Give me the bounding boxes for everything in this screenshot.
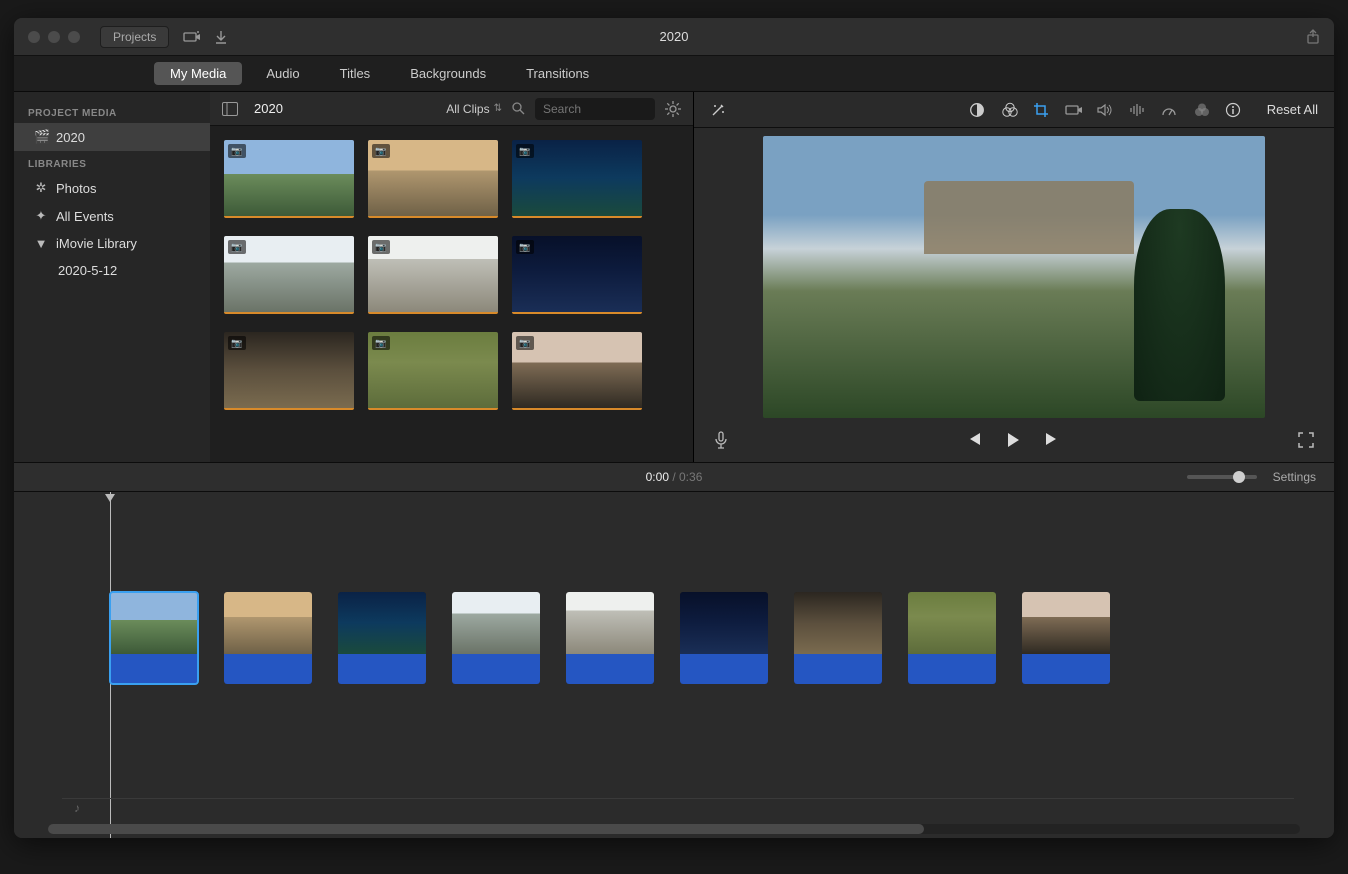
music-note-icon: ♪ <box>62 801 80 815</box>
media-thumbnail[interactable]: 📷 <box>368 236 498 314</box>
camera-icon: 📷 <box>228 144 246 158</box>
zoom-slider[interactable] <box>1187 475 1257 479</box>
search-input[interactable] <box>535 98 655 120</box>
sidebar-item-label: iMovie Library <box>56 236 137 251</box>
noise-reduction-icon[interactable] <box>1129 103 1149 117</box>
play-button[interactable] <box>1006 432 1020 448</box>
tab-audio[interactable]: Audio <box>250 62 315 85</box>
camera-icon: 📷 <box>372 240 390 254</box>
color-balance-icon[interactable] <box>969 102 989 118</box>
timeline-clip[interactable] <box>110 592 198 684</box>
preview-frame[interactable] <box>763 136 1265 418</box>
sidebar-item-imovie-library[interactable]: ▼ iMovie Library <box>14 230 210 257</box>
timeline-clip[interactable] <box>680 592 768 684</box>
tab-my-media[interactable]: My Media <box>154 62 242 85</box>
timeline-clip[interactable] <box>566 592 654 684</box>
download-icon[interactable] <box>215 30 227 44</box>
preview-viewer <box>694 128 1334 418</box>
zoom-window-button[interactable] <box>68 31 80 43</box>
tab-titles[interactable]: Titles <box>324 62 387 85</box>
sidebar-item-event[interactable]: 2020-5-12 <box>14 257 210 284</box>
clip-filter-label: All Clips <box>446 102 489 116</box>
timeline-clip[interactable] <box>1022 592 1110 684</box>
libraries-heading: LIBRARIES <box>14 151 210 174</box>
total-duration: 0:36 <box>679 470 702 484</box>
sidebar-item-all-events[interactable]: ✦ All Events <box>14 202 210 230</box>
layout-toggle-icon[interactable] <box>222 102 238 116</box>
timeline-clip[interactable] <box>224 592 312 684</box>
project-media-heading: PROJECT MEDIA <box>14 100 210 123</box>
speed-icon[interactable] <box>1161 103 1181 117</box>
gear-icon[interactable] <box>665 101 681 117</box>
search-icon <box>512 102 525 115</box>
color-correction-icon[interactable] <box>1001 102 1021 118</box>
close-window-button[interactable] <box>28 31 40 43</box>
media-thumbnail[interactable]: 📷 <box>224 140 354 218</box>
share-button[interactable] <box>1306 29 1320 45</box>
camera-icon: 📷 <box>516 144 534 158</box>
adjustments-toolbar: Reset All <box>694 92 1334 128</box>
window-controls <box>28 31 80 43</box>
audio-track[interactable]: ♪ <box>62 798 1294 818</box>
magic-wand-icon[interactable] <box>710 102 730 118</box>
projects-button[interactable]: Projects <box>100 26 169 48</box>
library-sidebar: PROJECT MEDIA 🎬 2020 LIBRARIES ✲ Photos … <box>14 92 210 462</box>
camera-icon: 📷 <box>372 336 390 350</box>
tab-backgrounds[interactable]: Backgrounds <box>394 62 502 85</box>
minimize-window-button[interactable] <box>48 31 60 43</box>
reset-all-button[interactable]: Reset All <box>1267 102 1318 117</box>
clip-filter-dropdown[interactable]: All Clips ⇅ <box>446 102 502 116</box>
sidebar-item-label: 2020 <box>56 130 85 145</box>
camera-icon: 📷 <box>372 144 390 158</box>
info-icon[interactable] <box>1225 102 1245 118</box>
horizontal-scrollbar[interactable] <box>48 824 1300 834</box>
media-thumbnail[interactable]: 📷 <box>368 140 498 218</box>
media-thumbnail[interactable]: 📷 <box>368 332 498 410</box>
media-tabs: My Media Audio Titles Backgrounds Transi… <box>14 56 1334 92</box>
settings-button[interactable]: Settings <box>1273 470 1316 484</box>
sidebar-item-project[interactable]: 🎬 2020 <box>14 123 210 151</box>
camera-icon: 📷 <box>228 240 246 254</box>
clapperboard-icon: 🎬 <box>34 129 48 145</box>
timeline-clip[interactable] <box>452 592 540 684</box>
star-icon: ✦ <box>34 208 48 224</box>
flower-icon: ✲ <box>34 180 48 196</box>
previous-button[interactable] <box>966 432 982 448</box>
titlebar: Projects 2020 <box>14 18 1334 56</box>
media-thumbnail[interactable]: 📷 <box>224 332 354 410</box>
camera-icon: 📷 <box>228 336 246 350</box>
timeline-clip[interactable] <box>338 592 426 684</box>
window-title: 2020 <box>660 29 689 44</box>
sidebar-item-photos[interactable]: ✲ Photos <box>14 174 210 202</box>
browser-toolbar: 2020 All Clips ⇅ <box>210 92 693 126</box>
media-thumbnail[interactable]: 📷 <box>224 236 354 314</box>
volume-icon[interactable] <box>1097 103 1117 117</box>
timeline[interactable]: ♪ <box>14 492 1334 838</box>
fullscreen-icon[interactable] <box>1298 432 1314 448</box>
voiceover-mic-icon[interactable] <box>714 431 728 449</box>
timeline-clip[interactable] <box>794 592 882 684</box>
disclosure-triangle-icon[interactable]: ▼ <box>34 236 48 251</box>
media-thumbnail[interactable]: 📷 <box>512 236 642 314</box>
media-thumbnail[interactable]: 📷 <box>512 140 642 218</box>
sidebar-item-label: All Events <box>56 209 114 224</box>
sidebar-item-label: Photos <box>56 181 96 196</box>
camera-icon: 📷 <box>516 240 534 254</box>
chevron-updown-icon: ⇅ <box>494 103 502 114</box>
timecode-bar: 0:00 / 0:36 Settings <box>14 462 1334 492</box>
media-grid: 📷 📷 📷 📷 📷 📷 📷 📷 📷 <box>210 126 693 462</box>
transport-controls <box>694 418 1334 462</box>
next-button[interactable] <box>1044 432 1060 448</box>
browser-title: 2020 <box>254 101 283 116</box>
timeline-clip[interactable] <box>908 592 996 684</box>
import-icon[interactable] <box>183 30 201 44</box>
camera-icon: 📷 <box>516 336 534 350</box>
current-time: 0:00 <box>646 470 669 484</box>
crop-icon[interactable] <box>1033 102 1053 118</box>
sidebar-item-label: 2020-5-12 <box>58 263 117 278</box>
tab-transitions[interactable]: Transitions <box>510 62 605 85</box>
media-thumbnail[interactable]: 📷 <box>512 332 642 410</box>
stabilization-icon[interactable] <box>1065 103 1085 117</box>
filters-icon[interactable] <box>1193 102 1213 118</box>
